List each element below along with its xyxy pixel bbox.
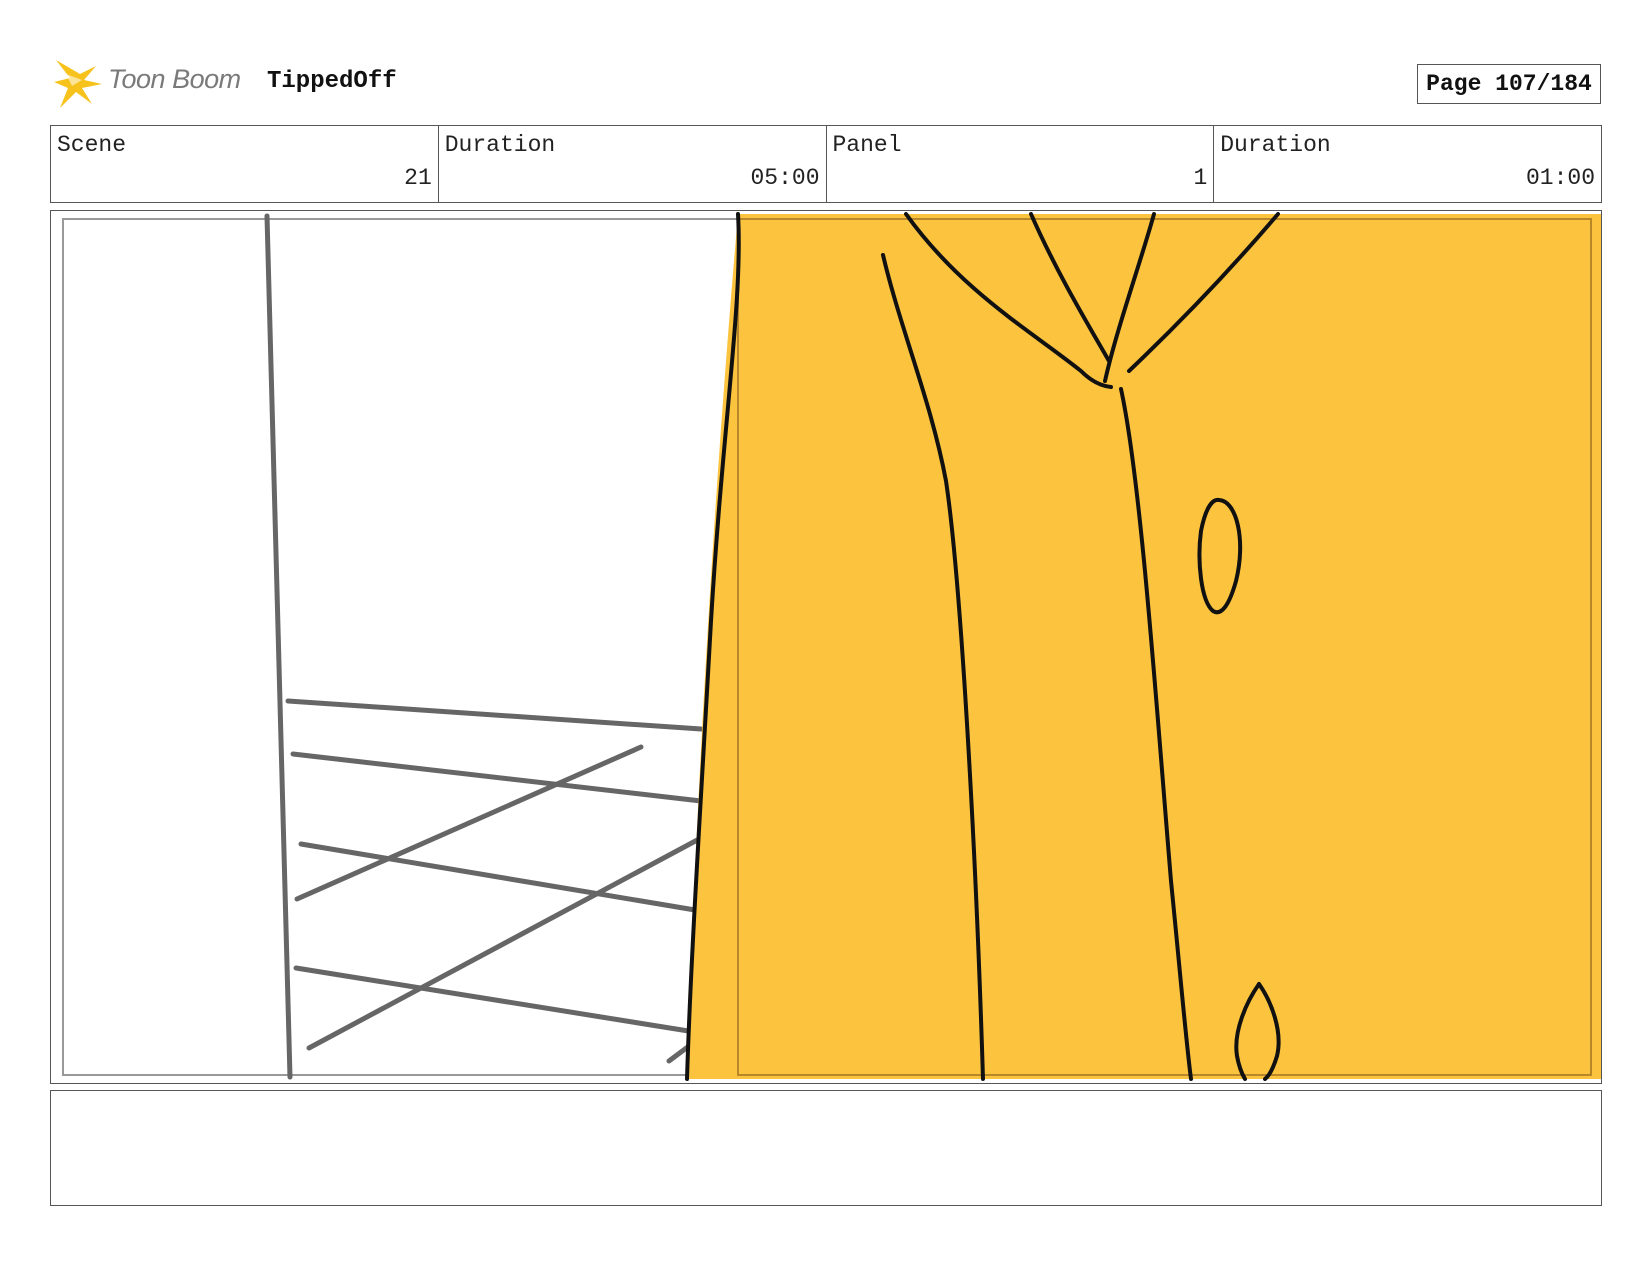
storyboard-panel <box>50 210 1602 1084</box>
panel-drawing <box>62 212 1601 1081</box>
scene-duration-cell: Duration 05:00 <box>439 126 827 202</box>
panel-label: Panel <box>832 132 902 158</box>
panel-notes-box <box>50 1090 1602 1206</box>
scene-label: Scene <box>57 132 127 158</box>
panel-duration-value: 01:00 <box>1525 165 1595 191</box>
panel-info-table: Scene 21 Duration 05:00 Panel 1 Duration… <box>50 125 1602 203</box>
panel-value: 1 <box>1193 165 1208 191</box>
project-title: TippedOff <box>267 68 397 95</box>
scene-duration-value: 05:00 <box>750 165 820 191</box>
scene-duration-label: Duration <box>444 132 556 158</box>
character-body-fill <box>687 214 1601 1079</box>
logo-text: Toon Boom <box>108 64 241 94</box>
page-number: Page 107/184 <box>1417 64 1601 104</box>
background-sketch <box>264 213 704 1080</box>
toon-boom-starburst-icon <box>54 60 102 108</box>
panel-duration-cell: Duration 01:00 <box>1214 126 1601 202</box>
toon-boom-logo: Toon Boom <box>52 56 252 110</box>
scene-value: 21 <box>404 165 432 191</box>
scene-cell: Scene 21 <box>51 126 439 202</box>
panel-cell: Panel 1 <box>827 126 1215 202</box>
panel-duration-label: Duration <box>1220 132 1331 158</box>
